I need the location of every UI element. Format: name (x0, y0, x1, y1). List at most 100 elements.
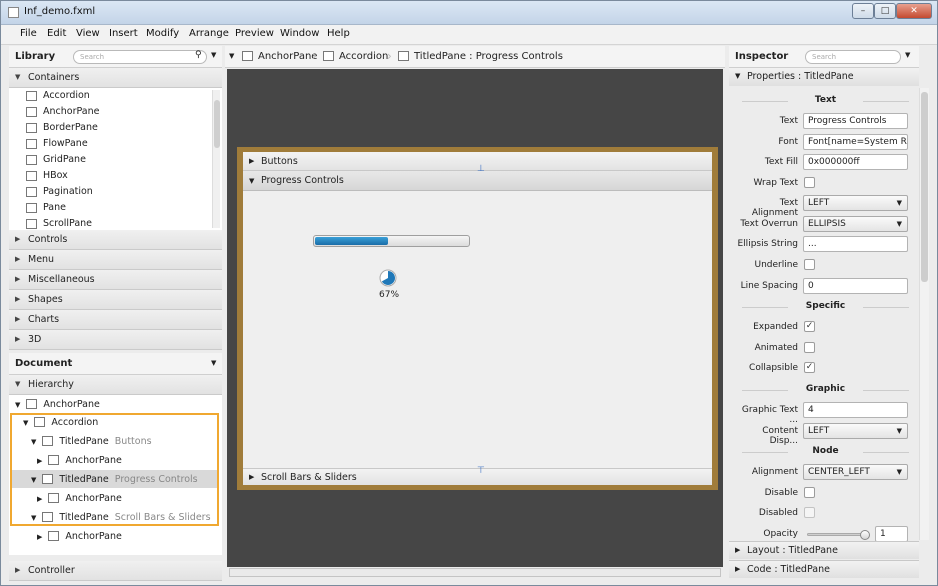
prop-checkbox-animated[interactable] (804, 342, 815, 353)
menu-insert[interactable]: Insert (109, 28, 138, 39)
menu-file[interactable]: File (20, 28, 37, 39)
prop-combo-text-overrun[interactable]: ELLIPSIS ▼ (803, 216, 908, 232)
menu-view[interactable]: View (76, 28, 100, 39)
prop-combo-text-alignment[interactable]: LEFT ▼ (803, 195, 908, 211)
opacity-slider[interactable] (807, 530, 870, 540)
tree-row-accordion[interactable]: ▼ Accordion (23, 413, 98, 432)
prop-checkbox-collapsible[interactable]: ✓ (804, 362, 815, 373)
anchorpane-icon (48, 455, 60, 465)
properties-section-header[interactable]: ▼ Properties : TitledPane (729, 68, 919, 86)
prop-field-line-spacing[interactable]: 0 (803, 278, 908, 294)
minimize-button[interactable]: – (852, 3, 874, 19)
progress-indicator[interactable] (379, 269, 397, 287)
menu-modify[interactable]: Modify (146, 28, 179, 39)
library-scrollbar[interactable] (212, 90, 220, 228)
prop-label-collapsible: Collapsible (749, 363, 798, 373)
breadcrumb-menu-icon[interactable]: ▼ (229, 52, 234, 60)
breadcrumb-item-accordion[interactable]: Accordion (339, 51, 388, 62)
prop-combo-content-display[interactable]: LEFT ▼ (803, 423, 908, 439)
menu-help[interactable]: Help (327, 28, 350, 39)
library-section-containers[interactable]: ▼ Containers (9, 68, 222, 88)
borderpane-icon (26, 123, 37, 133)
chevron-down-icon: ▼ (896, 199, 902, 207)
prop-label-disable: Disable (764, 488, 798, 498)
prop-field-text-fill[interactable]: 0x000000ff (803, 154, 908, 170)
list-item-anchorpane[interactable]: AnchorPane (23, 104, 99, 120)
progress-bar[interactable] (313, 235, 470, 247)
canvas-hscrollbar[interactable] (229, 568, 721, 577)
prop-field-graphic-text-gap[interactable]: 4 (803, 402, 908, 418)
library-menu-icon[interactable]: ▼ (211, 51, 216, 59)
code-section-header[interactable]: ▶ Code : TitledPane (729, 560, 919, 578)
library-scrollbar-thumb[interactable] (214, 100, 220, 148)
tree-row-anchorpane-3[interactable]: ▶ AnchorPane (37, 527, 122, 546)
prop-checkbox-wrap-text[interactable] (804, 177, 815, 188)
inspector-search-input[interactable]: Search (805, 50, 901, 64)
document-menu-icon[interactable]: ▼ (211, 359, 216, 367)
chevron-down-icon: ▼ (31, 514, 37, 522)
list-item-pagination[interactable]: Pagination (23, 184, 93, 200)
list-item-borderpane[interactable]: BorderPane (23, 120, 98, 136)
tree-row-anchorpane-root[interactable]: ▼ AnchorPane (15, 395, 100, 414)
tree-row-titledpane-progress[interactable]: ▼ TitledPane Progress Controls (31, 470, 198, 489)
prop-field-text[interactable]: Progress Controls (803, 113, 908, 129)
controller-section[interactable]: ▶ Controller (9, 561, 222, 581)
prop-checkbox-expanded[interactable]: ✓ (804, 321, 815, 332)
chevron-right-icon: ▶ (37, 533, 43, 541)
list-item-scrollpane[interactable]: ScrollPane (23, 216, 92, 230)
layout-section-header[interactable]: ▶ Layout : TitledPane (729, 541, 919, 559)
breadcrumb-item-anchorpane[interactable]: AnchorPane (258, 51, 317, 62)
library-search-input[interactable]: Search (73, 50, 207, 64)
list-item-pane[interactable]: Pane (23, 200, 66, 216)
library-section-controls[interactable]: ▶ Controls (9, 230, 222, 250)
library-section-3d[interactable]: ▶ 3D (9, 330, 222, 350)
close-button[interactable]: ✕ (896, 3, 932, 19)
list-item-flowpane[interactable]: FlowPane (23, 136, 88, 152)
prop-field-ellipsis-string[interactable]: ... (803, 236, 908, 252)
tree-row-titledpane-scroll[interactable]: ▼ TitledPane Scroll Bars & Sliders (31, 508, 211, 527)
prop-checkbox-disable[interactable] (804, 487, 815, 498)
anchor-handle-top[interactable]: ⊥ (477, 164, 485, 174)
list-item-gridpane[interactable]: GridPane (23, 152, 86, 168)
list-item-hbox[interactable]: HBox (23, 168, 68, 184)
canvas-area[interactable]: ▶ Buttons ▼ Progress Controls 67% ▶ Scro… (227, 69, 723, 577)
chevron-right-icon: ▶ (249, 473, 255, 481)
inspector-menu-icon[interactable]: ▼ (905, 51, 910, 59)
menu-window[interactable]: Window (280, 28, 319, 39)
list-item-accordion[interactable]: Accordion (23, 88, 90, 104)
library-section-miscellaneous[interactable]: ▶ Miscellaneous (9, 270, 222, 290)
tree-row-titledpane-buttons[interactable]: ▼ TitledPane Buttons (31, 432, 152, 451)
chevron-right-icon: ▶ (15, 566, 21, 574)
maximize-button[interactable]: □ (874, 3, 896, 19)
chevron-right-icon: ▶ (15, 295, 21, 303)
tree-row-anchorpane-1[interactable]: ▶ AnchorPane (37, 451, 122, 470)
hierarchy-section[interactable]: ▼ Hierarchy (9, 375, 222, 395)
inspector-scrollbar-thumb[interactable] (921, 92, 928, 282)
anchor-handle-bottom[interactable]: ⊤ (477, 466, 485, 476)
pane-header-progress-controls[interactable]: ▼ Progress Controls (243, 171, 712, 191)
menu-preview[interactable]: Preview (235, 28, 274, 39)
prop-label-text-alignment: Text Alignment (751, 198, 798, 218)
breadcrumb-item-titledpane[interactable]: TitledPane : Progress Controls (414, 51, 563, 62)
prop-field-font[interactable]: Font[name=System Regu (803, 134, 908, 150)
menu-edit[interactable]: Edit (47, 28, 66, 39)
library-section-shapes[interactable]: ▶ Shapes (9, 290, 222, 310)
tree-row-anchorpane-2[interactable]: ▶ AnchorPane (37, 489, 122, 508)
prop-checkbox-underline[interactable] (804, 259, 815, 270)
hierarchy-tree: ▼ AnchorPane ▼ Accordion ▼ TitledPane Button… (9, 395, 222, 555)
prop-checkbox-disabled (804, 507, 815, 518)
inspector-scrollbar[interactable] (919, 88, 929, 540)
section-title-specific: Specific (734, 301, 917, 311)
prop-field-opacity[interactable]: 1 (875, 526, 908, 542)
inspector-header: Inspector Search ▼ (729, 46, 919, 68)
prop-label-font: Font (778, 137, 798, 147)
accordion-preview: ▶ Buttons ▼ Progress Controls 67% ▶ Scro… (243, 152, 712, 485)
library-section-charts[interactable]: ▶ Charts (9, 310, 222, 330)
chevron-down-icon: ▼ (15, 380, 21, 388)
accordion-icon (323, 51, 334, 61)
opacity-slider-thumb[interactable] (860, 530, 870, 540)
menu-arrange[interactable]: Arrange (189, 28, 229, 39)
prop-combo-alignment[interactable]: CENTER_LEFT ▼ (803, 464, 908, 480)
library-section-menu[interactable]: ▶ Menu (9, 250, 222, 270)
chevron-right-icon: ▶ (735, 546, 741, 554)
